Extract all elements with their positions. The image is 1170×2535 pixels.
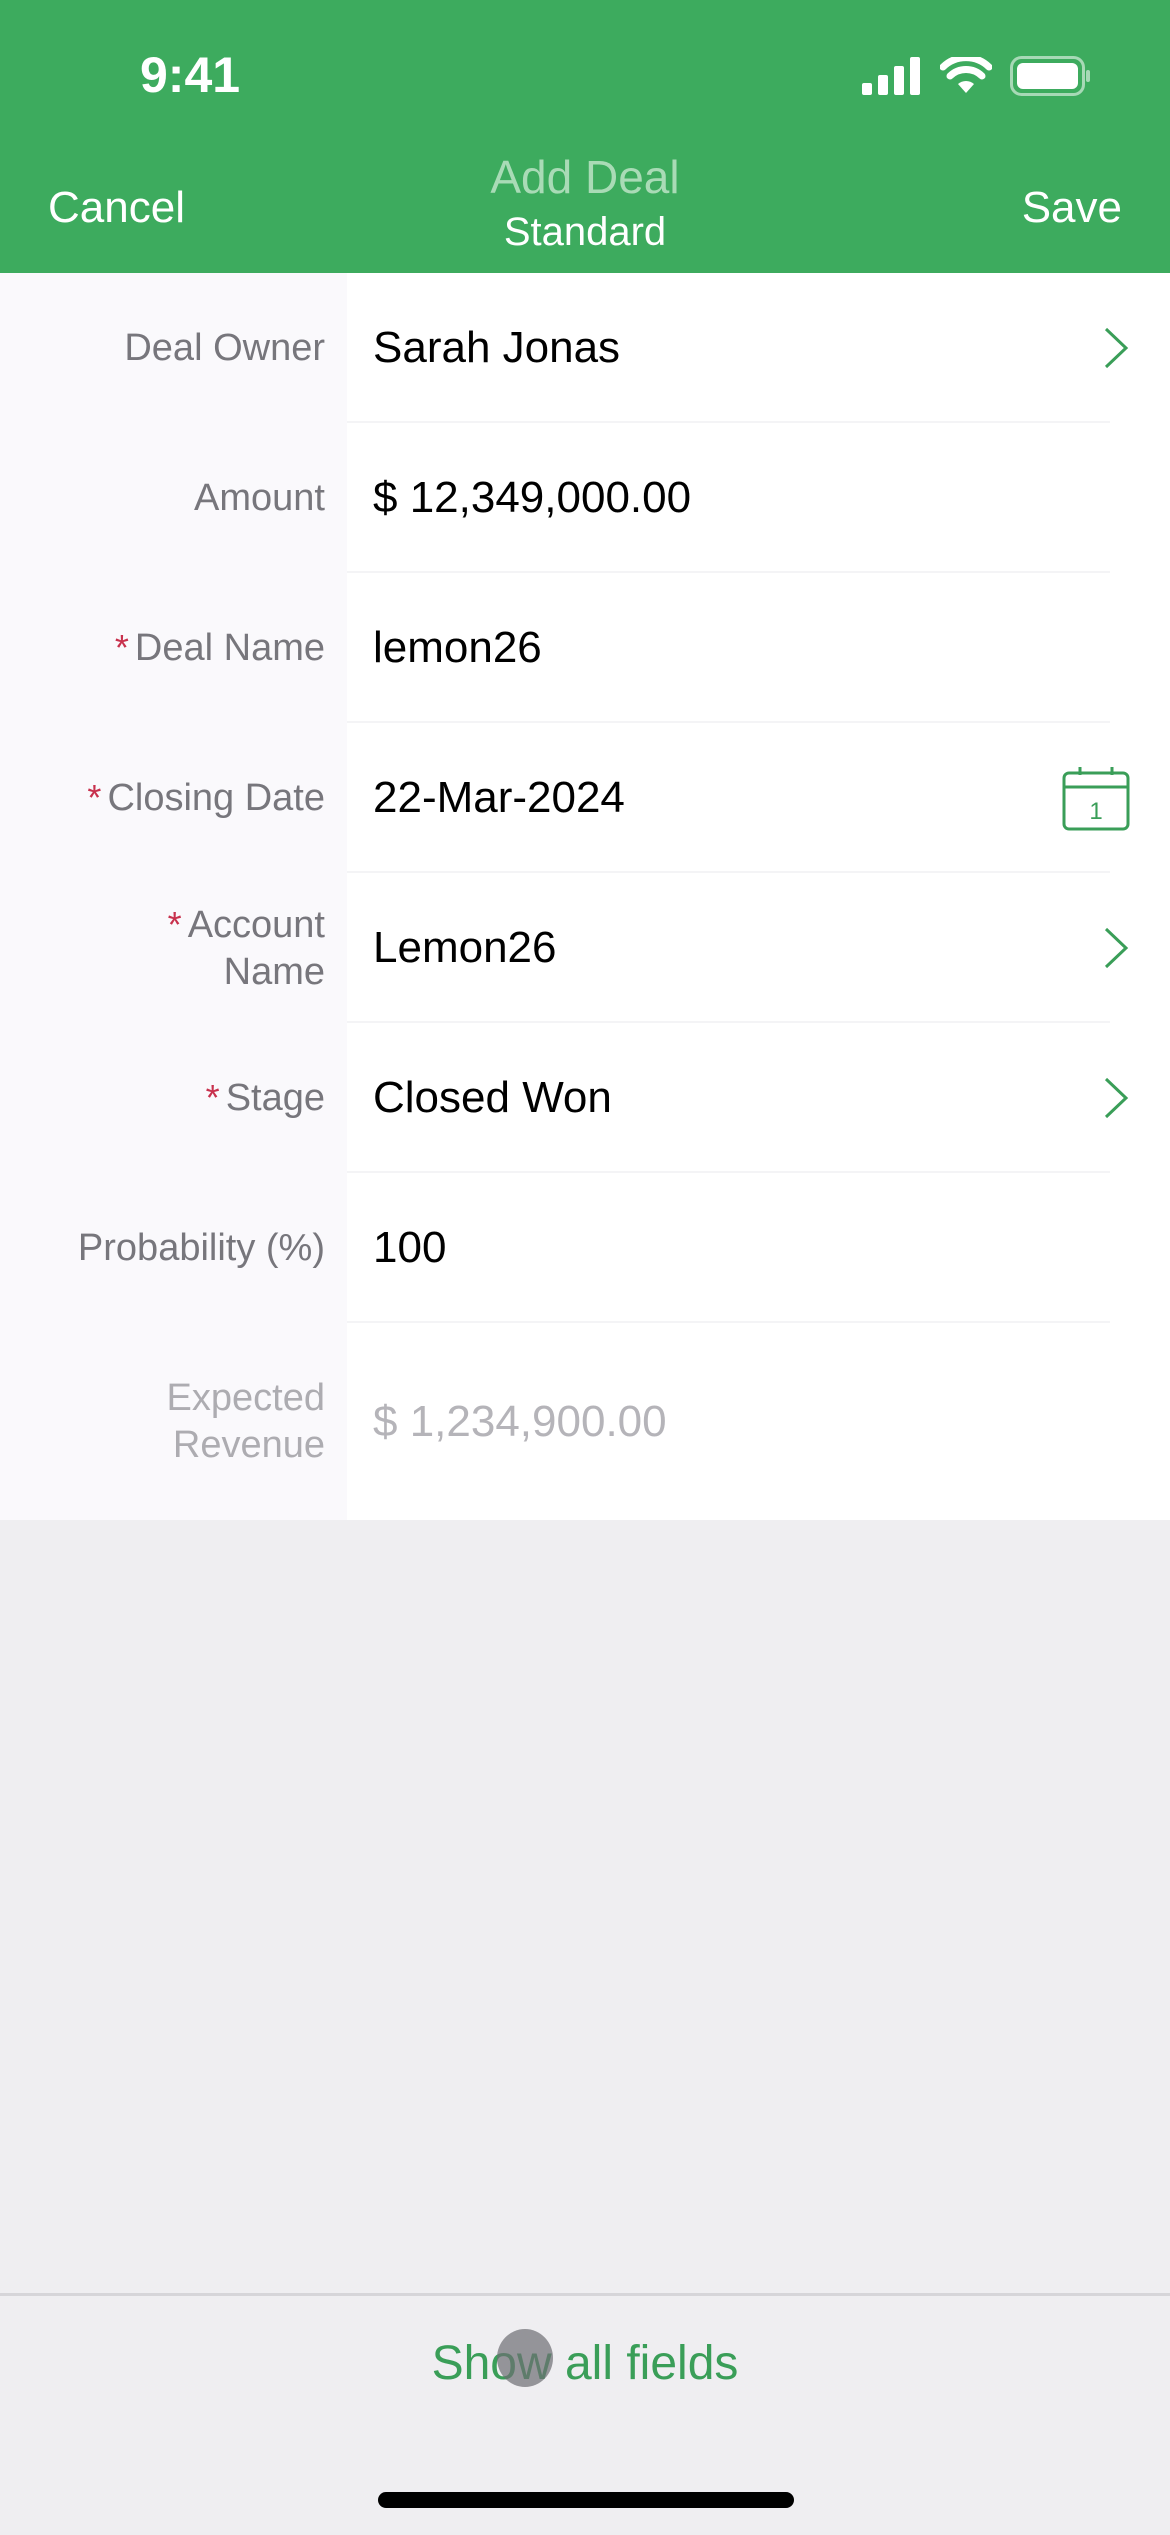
field-label: Amount — [194, 476, 325, 519]
required-marker: * — [205, 1077, 220, 1118]
signal-icon — [862, 57, 920, 95]
label-cell: Amount — [0, 423, 347, 573]
field-label-wrap: * Stage — [206, 1074, 325, 1122]
label-cell: * Closing Date — [0, 723, 347, 873]
field-value: $ 1,234,900.00 — [373, 1396, 667, 1446]
layout-subtitle: Standard — [503, 210, 667, 254]
field-label-wrap: * Deal Name — [115, 624, 325, 672]
chevron-right-icon — [1104, 927, 1129, 969]
field-value: $ 12,349,000.00 — [373, 473, 692, 522]
field-value: 100 — [373, 1223, 447, 1272]
status-time: 9:41 — [140, 47, 241, 103]
field-label: Closing Date — [107, 777, 325, 819]
amount-input[interactable]: $ 12,349,000.00 — [347, 423, 1170, 573]
deal-name-input[interactable]: lemon26 — [347, 573, 1170, 723]
deal-owner-picker[interactable]: Sarah Jonas — [347, 273, 1170, 423]
label-cell: * Deal Name — [0, 573, 347, 723]
field-value: Lemon26 — [373, 923, 557, 972]
save-button[interactable]: Save — [1022, 183, 1122, 233]
page-title: Add Deal — [490, 151, 680, 203]
calendar-day: 1 — [1089, 798, 1102, 825]
field-probability[interactable]: Probability (%) 100 — [0, 1173, 1170, 1323]
field-account-name[interactable]: * Account Name Lemon26 — [0, 873, 1170, 1023]
required-marker: * — [167, 903, 182, 945]
expected-revenue-value: $ 1,234,900.00 — [347, 1323, 1170, 1520]
field-value: lemon26 — [373, 623, 542, 672]
field-label: Stage — [225, 1077, 325, 1119]
field-label-wrap: Expected Revenue — [167, 1375, 325, 1469]
probability-input[interactable]: 100 — [347, 1173, 1170, 1323]
label-cell: Probability (%) — [0, 1173, 347, 1323]
label-cell: Deal Owner — [0, 273, 347, 423]
calendar-icon[interactable]: 1 — [1062, 765, 1130, 831]
account-name-picker[interactable]: Lemon26 — [347, 873, 1170, 1023]
field-label-line2: Revenue — [172, 1423, 325, 1466]
field-deal-owner[interactable]: Deal Owner Sarah Jonas — [0, 273, 1170, 423]
required-marker: * — [87, 777, 102, 818]
field-label: Deal Owner — [124, 326, 325, 369]
deal-form: Deal Owner Sarah Jonas Amount $ 12,349,0… — [0, 273, 1170, 1520]
closing-date-input[interactable]: 22-Mar-2024 1 — [347, 723, 1170, 873]
required-marker: * — [114, 627, 129, 668]
label-cell: * Account Name — [0, 873, 347, 1023]
field-label-wrap: * Closing Date — [87, 774, 325, 822]
field-closing-date[interactable]: * Closing Date 22-Mar-2024 1 — [0, 723, 1170, 873]
home-indicator[interactable] — [378, 2492, 794, 2508]
field-label-line1: Expected — [166, 1376, 325, 1419]
field-label: Deal Name — [134, 627, 325, 669]
wifi-icon — [940, 57, 992, 93]
field-amount[interactable]: Amount $ 12,349,000.00 — [0, 423, 1170, 573]
field-value: Sarah Jonas — [373, 323, 621, 372]
field-label-line1: Account — [187, 903, 325, 946]
label-cell: * Stage — [0, 1023, 347, 1173]
field-stage[interactable]: * Stage Closed Won — [0, 1023, 1170, 1173]
field-label-wrap: * Account Name — [168, 901, 325, 996]
field-value: 22-Mar-2024 — [373, 773, 625, 822]
battery-icon — [1010, 56, 1090, 96]
field-expected-revenue: Expected Revenue $ 1,234,900.00 — [0, 1323, 1170, 1520]
field-label: Probability (%) — [77, 1226, 325, 1269]
touch-indicator — [497, 2329, 553, 2387]
chevron-right-icon — [1104, 1077, 1129, 1119]
chevron-right-icon — [1104, 327, 1129, 369]
field-deal-name[interactable]: * Deal Name lemon26 — [0, 573, 1170, 723]
show-all-fields-button[interactable]: Show all fields — [0, 2336, 1170, 2391]
field-value: Closed Won — [373, 1073, 612, 1122]
stage-picker[interactable]: Closed Won — [347, 1023, 1170, 1173]
field-label-line2: Name — [223, 950, 325, 993]
status-icons — [862, 56, 1092, 96]
label-cell: Expected Revenue — [0, 1323, 347, 1520]
navigation-header: 9:41 Cancel Add Deal Standard Save — [0, 0, 1170, 273]
